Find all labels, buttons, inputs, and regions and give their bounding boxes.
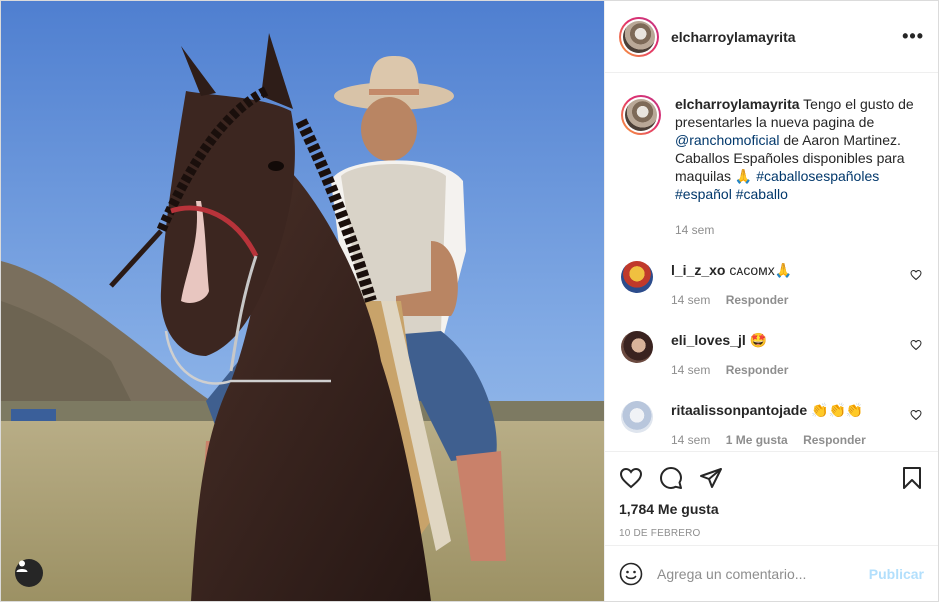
reply-button[interactable]: Responder bbox=[726, 293, 789, 307]
share-button[interactable] bbox=[699, 466, 723, 490]
more-horizontal-icon[interactable]: ••• bbox=[902, 26, 924, 47]
comment-time[interactable]: 14 sem bbox=[671, 363, 710, 377]
caption: elcharroylamayrita Tengo el gusto de pre… bbox=[621, 95, 922, 239]
avatar-frame bbox=[621, 18, 657, 55]
author-avatar[interactable] bbox=[619, 16, 659, 57]
post-actions: 1,784 Me gusta 10 DE FEBRERO bbox=[605, 451, 938, 545]
comment-text: 🤩 bbox=[749, 332, 768, 348]
comment-body: l_i_z_xo ᴄᴀᴄᴏᴍx🙏 14 sem Responder bbox=[671, 261, 800, 309]
heart-icon bbox=[619, 467, 643, 489]
heart-icon[interactable] bbox=[910, 269, 922, 281]
caption-hashtag[interactable]: #caballo bbox=[736, 186, 788, 202]
comment-username[interactable]: ritaalissonpantojade bbox=[671, 402, 807, 418]
avatar-image bbox=[625, 99, 657, 131]
avatar-image bbox=[623, 20, 655, 53]
comment-text: 👏👏👏 bbox=[811, 402, 864, 418]
comment-input[interactable] bbox=[657, 565, 869, 582]
post-header: elcharroylamayrita ••• bbox=[605, 1, 938, 73]
like-button[interactable] bbox=[619, 466, 643, 490]
author-username[interactable]: elcharroylamayrita bbox=[671, 29, 796, 45]
post-photo[interactable] bbox=[1, 1, 604, 601]
caption-body: elcharroylamayrita Tengo el gusto de pre… bbox=[675, 95, 919, 239]
comment-username[interactable]: l_i_z_xo bbox=[671, 262, 725, 278]
comment-time[interactable]: 14 sem bbox=[671, 433, 710, 447]
commenter-avatar[interactable] bbox=[621, 331, 653, 363]
photo-horse-rider bbox=[1, 1, 604, 601]
caption-meta: 14 sem bbox=[675, 221, 919, 239]
heart-icon[interactable] bbox=[910, 409, 922, 421]
bookmark-icon bbox=[903, 467, 921, 489]
caption-avatar[interactable] bbox=[621, 95, 661, 135]
caption-time[interactable]: 14 sem bbox=[675, 223, 714, 237]
caption-hashtag[interactable]: #caballosespañoles bbox=[756, 168, 879, 184]
comment-meta: 14 sem Responder bbox=[671, 291, 800, 309]
comment-meta: 14 sem 1 Me gusta Responder bbox=[671, 431, 878, 449]
comment-likes[interactable]: 1 Me gusta bbox=[726, 433, 788, 447]
comment-item: ritaalissonpantojade 👏👏👏 14 sem 1 Me gus… bbox=[621, 401, 922, 449]
comment-body: eli_loves_jl 🤩 14 sem Responder bbox=[671, 331, 800, 379]
comment-body: ritaalissonpantojade 👏👏👏 14 sem 1 Me gus… bbox=[671, 401, 878, 449]
post-modal: elcharroylamayrita ••• elcharroylamayrit… bbox=[0, 0, 939, 602]
caption-username[interactable]: elcharroylamayrita bbox=[675, 96, 800, 112]
post-date[interactable]: 10 DE FEBRERO bbox=[619, 528, 924, 539]
user-icon bbox=[16, 560, 28, 572]
post-sidebar: elcharroylamayrita ••• elcharroylamayrit… bbox=[604, 1, 938, 601]
comment-text: ᴄᴀᴄᴏᴍx🙏 bbox=[729, 262, 793, 278]
comment-username[interactable]: eli_loves_jl bbox=[671, 332, 746, 348]
save-button[interactable] bbox=[900, 466, 924, 490]
commenter-avatar[interactable] bbox=[621, 401, 653, 433]
comment-time[interactable]: 14 sem bbox=[671, 293, 710, 307]
emoji-icon[interactable] bbox=[619, 562, 643, 586]
reply-button[interactable]: Responder bbox=[726, 363, 789, 377]
reply-button[interactable]: Responder bbox=[803, 433, 866, 447]
comment-item: eli_loves_jl 🤩 14 sem Responder bbox=[621, 331, 922, 379]
comment-meta: 14 sem Responder bbox=[671, 361, 800, 379]
commenter-avatar[interactable] bbox=[621, 261, 653, 293]
action-icons bbox=[619, 464, 924, 492]
likes-count[interactable]: 1,784 Me gusta bbox=[619, 501, 924, 517]
comment-item: l_i_z_xo ᴄᴀᴄᴏᴍx🙏 14 sem Responder bbox=[621, 261, 922, 309]
publish-button[interactable]: Publicar bbox=[869, 566, 924, 582]
tagged-user-button[interactable] bbox=[15, 559, 43, 587]
add-comment-bar: Publicar bbox=[605, 545, 938, 601]
comment-bubble-icon bbox=[660, 467, 682, 489]
heart-icon[interactable] bbox=[910, 339, 922, 351]
caption-mention[interactable]: @ranchomoficial bbox=[675, 132, 779, 148]
paper-plane-icon bbox=[700, 468, 722, 488]
comment-button[interactable] bbox=[659, 466, 683, 490]
comments-list: elcharroylamayrita Tengo el gusto de pre… bbox=[605, 73, 938, 451]
avatar-frame bbox=[623, 97, 659, 133]
caption-hashtag[interactable]: #español bbox=[675, 186, 732, 202]
